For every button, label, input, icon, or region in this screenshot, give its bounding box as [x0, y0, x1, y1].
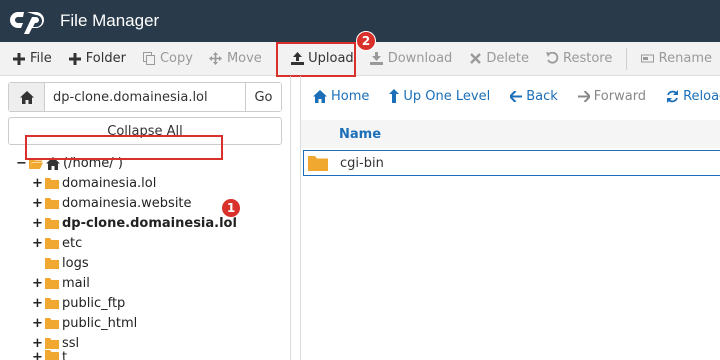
tree-item-label: logs [62, 255, 89, 271]
forward-button[interactable]: Forward [577, 88, 647, 104]
folder-icon [45, 337, 59, 349]
forward-label: Forward [593, 88, 647, 104]
file-row[interactable]: cgi-bin [303, 150, 720, 176]
rename-button[interactable]: Rename [633, 42, 720, 76]
tree-item[interactable]: + public_ftp [32, 293, 125, 313]
folder-icon [45, 197, 59, 209]
file-name: cgi-bin [340, 155, 384, 171]
move-label: Move [226, 51, 262, 66]
tree-item[interactable]: + domainesia.lol [32, 173, 156, 193]
expand-toggle-icon[interactable]: + [32, 236, 43, 251]
expand-toggle-icon[interactable]: + [32, 296, 43, 311]
home-label: Home [331, 88, 370, 104]
expand-toggle-icon[interactable]: + [32, 336, 43, 351]
tree-item-label: ssl [62, 335, 80, 351]
folder-icon [45, 297, 59, 309]
rename-label: Rename [658, 51, 712, 66]
tree-item-selected[interactable]: + dp-clone.domainesia.lol [32, 213, 237, 233]
expand-toggle-icon[interactable]: + [32, 316, 43, 331]
expand-toggle-icon[interactable]: + [32, 350, 43, 360]
tree-item-label: mail [62, 275, 90, 291]
tree-item-label: domainesia.lol [62, 175, 157, 191]
reload-button[interactable]: Reload [666, 89, 720, 104]
tree-item[interactable]: + t [32, 350, 67, 360]
tree-item-label: t [62, 350, 68, 360]
download-button[interactable]: Download [362, 42, 461, 76]
tree-item-label: public_ftp [62, 295, 126, 311]
home-path-button[interactable] [9, 83, 45, 111]
tree-item-label: public_html [62, 315, 138, 331]
folder-icon [308, 155, 328, 171]
reload-label: Reload [683, 88, 720, 104]
new-folder-button[interactable]: Folder [60, 42, 134, 76]
restore-label: Restore [563, 51, 613, 66]
step-2-badge: 2 [356, 31, 376, 51]
go-button[interactable]: Go [245, 83, 281, 111]
rename-icon [641, 52, 655, 66]
tree-item-label: domainesia.website [62, 195, 192, 211]
up-one-level-label: Up One Level [403, 88, 491, 104]
folder-icon [45, 257, 59, 269]
tree-item[interactable]: + etc [32, 233, 82, 253]
tree-item-label: dp-clone.domainesia.lol [62, 215, 237, 231]
tree-item[interactable]: + public_html [32, 313, 137, 333]
back-label: Back [526, 88, 558, 104]
app-title: File Manager [60, 11, 160, 30]
home-icon [313, 89, 327, 103]
path-bar: Go [8, 82, 282, 112]
refresh-icon [666, 89, 679, 103]
folder-icon [45, 237, 59, 249]
selected-folder-highlight-box [25, 135, 223, 160]
move-icon [209, 52, 223, 66]
copy-icon [142, 52, 156, 66]
folder-icon [45, 177, 59, 189]
name-column-label: Name [339, 126, 382, 142]
folder-icon [45, 317, 59, 329]
file-label: File [30, 51, 52, 66]
step-1-badge: 1 [221, 198, 241, 218]
path-input[interactable] [45, 83, 245, 111]
level-up-icon [389, 89, 400, 103]
plus-icon [12, 52, 26, 66]
cpanel-logo [10, 7, 54, 35]
restore-button[interactable]: Restore [537, 42, 620, 76]
folder-label: Folder [85, 51, 126, 66]
expand-toggle-icon[interactable]: + [32, 276, 43, 291]
back-button[interactable]: Back [510, 89, 558, 104]
copy-button[interactable]: Copy [134, 42, 201, 76]
up-one-level-button[interactable]: Up One Level [389, 89, 490, 104]
folder-icon [45, 350, 59, 360]
arrow-left-icon [510, 90, 523, 102]
plus-icon [68, 52, 82, 66]
expand-toggle-icon[interactable]: + [32, 196, 43, 211]
file-navigation-bar: Home Up One Level Back Forward Reload [301, 76, 720, 116]
copy-label: Copy [159, 51, 193, 66]
file-list-panel: Home Up One Level Back Forward Reload [300, 76, 720, 360]
home-icon [19, 90, 34, 104]
arrow-right-icon [577, 90, 590, 102]
tree-item-label: etc [62, 235, 83, 251]
expand-toggle-icon[interactable]: + [32, 176, 43, 191]
download-label: Download [387, 51, 453, 66]
download-icon [370, 52, 384, 66]
name-column-header[interactable]: Name [301, 120, 720, 148]
home-button[interactable]: Home [313, 89, 369, 104]
undo-icon [545, 52, 559, 66]
new-file-button[interactable]: File [4, 42, 60, 76]
delete-button[interactable]: Delete [460, 42, 537, 76]
upload-highlight-box [276, 42, 356, 77]
folder-icon [45, 277, 59, 289]
move-button[interactable]: Move [201, 42, 270, 76]
expand-toggle-icon[interactable]: + [32, 216, 43, 231]
delete-label: Delete [486, 51, 530, 66]
tree-item[interactable]: logs [45, 253, 89, 273]
close-icon [468, 52, 482, 66]
tree-item[interactable]: + mail [32, 273, 90, 293]
folder-icon [45, 217, 59, 229]
tree-item[interactable]: + domainesia.website [32, 193, 192, 213]
